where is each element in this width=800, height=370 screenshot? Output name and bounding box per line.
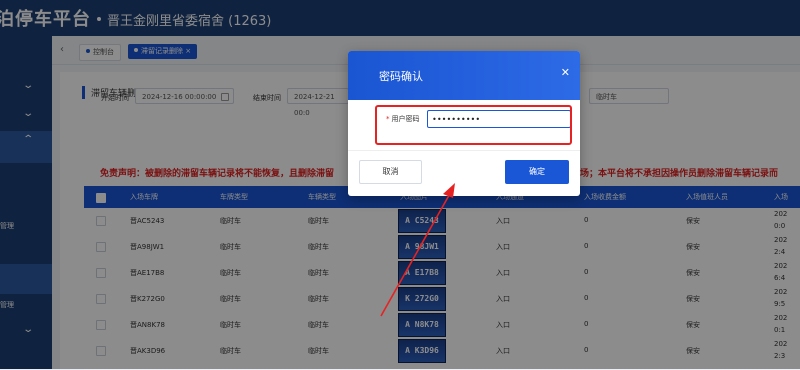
dialog-divider <box>348 150 580 151</box>
dialog-title: 密码确认 <box>379 70 423 83</box>
confirm-button[interactable]: 确定 <box>505 160 569 184</box>
dialog-header: 密码确认 ✕ <box>348 51 580 100</box>
cancel-button[interactable]: 取消 <box>359 160 422 184</box>
close-icon[interactable]: ✕ <box>561 66 570 79</box>
annotation-highlight-box <box>375 105 572 145</box>
